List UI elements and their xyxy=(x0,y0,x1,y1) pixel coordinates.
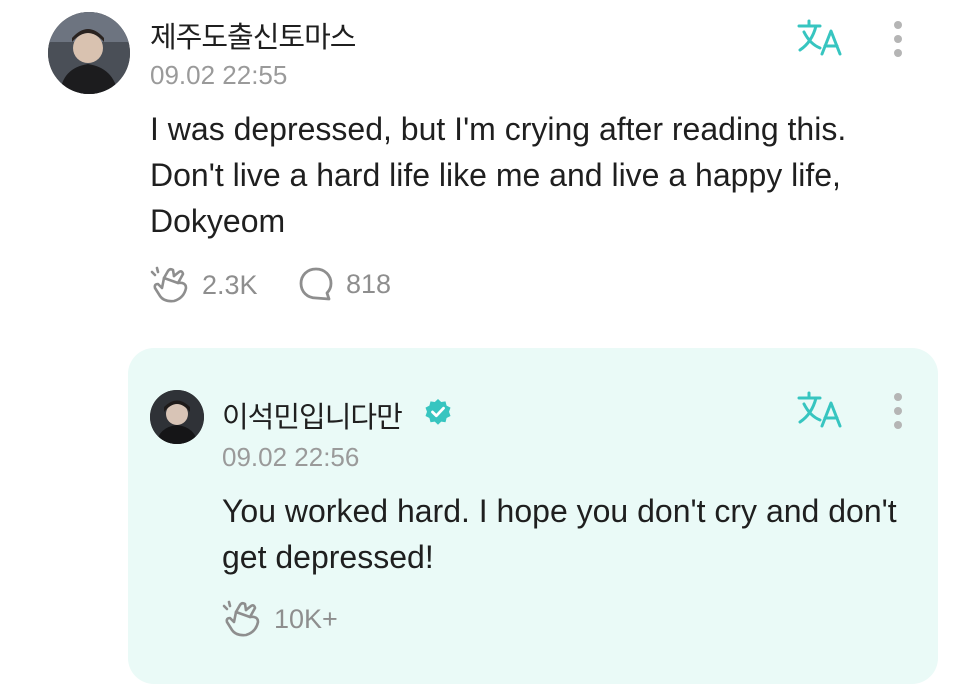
user-avatar[interactable] xyxy=(48,12,130,94)
reply-count: 818 xyxy=(346,268,392,299)
reply-button[interactable]: 818 xyxy=(298,266,391,302)
artist-username[interactable]: 이석민입니다만 xyxy=(222,394,403,436)
reply-like-button[interactable]: 10K+ xyxy=(222,600,338,638)
cheer-hand-icon xyxy=(150,266,188,303)
comment-text: I was depressed, but I'm crying after re… xyxy=(150,111,847,239)
username[interactable]: 제주도출신토마스 xyxy=(150,14,356,56)
reply-translate-icon[interactable] xyxy=(796,390,846,430)
timestamp: 09.02 22:55 xyxy=(150,60,288,90)
speech-bubble-icon xyxy=(299,267,333,301)
artist-avatar[interactable] xyxy=(150,390,204,444)
cheer-hand-icon xyxy=(222,600,260,637)
reply-text: You worked hard. I hope you don't cry an… xyxy=(222,493,897,575)
reply-more-options-icon[interactable] xyxy=(891,392,905,432)
more-options-icon[interactable] xyxy=(891,20,905,60)
like-count: 2.3K xyxy=(202,269,258,300)
reply-like-count: 10K+ xyxy=(274,603,338,634)
translate-icon[interactable] xyxy=(796,18,846,58)
like-button[interactable]: 2.3K xyxy=(150,266,258,304)
reply-timestamp: 09.02 22:56 xyxy=(222,442,360,472)
verified-badge-icon xyxy=(425,399,451,425)
